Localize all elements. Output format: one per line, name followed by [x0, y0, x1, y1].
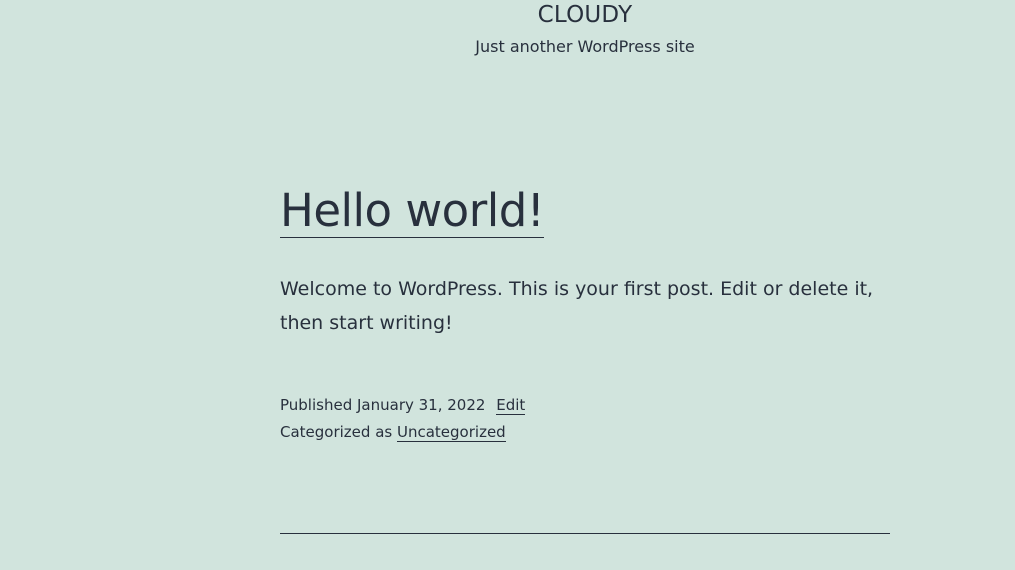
edit-link[interactable]: Edit: [496, 396, 526, 415]
site-title-link[interactable]: CLOUDY: [485, 0, 685, 30]
published-label: Published: [280, 396, 353, 414]
category-link[interactable]: Uncategorized: [397, 423, 506, 442]
post-entry: Hello world! Welcome to WordPress. This …: [280, 180, 890, 442]
published-line: Published January 31, 2022 Edit: [280, 392, 890, 419]
site-description: Just another WordPress site: [475, 37, 695, 56]
post-divider: [280, 533, 890, 534]
published-date: January 31, 2022: [357, 396, 486, 414]
post-content: Welcome to WordPress. This is your first…: [280, 278, 874, 334]
category-line: Categorized as Uncategorized: [280, 419, 890, 446]
post-title: Hello world!: [280, 180, 890, 242]
post-title-link[interactable]: Hello world!: [280, 184, 545, 238]
categorized-label: Categorized as: [280, 423, 393, 441]
post-meta: Published January 31, 2022 Edit Categori…: [280, 392, 890, 446]
